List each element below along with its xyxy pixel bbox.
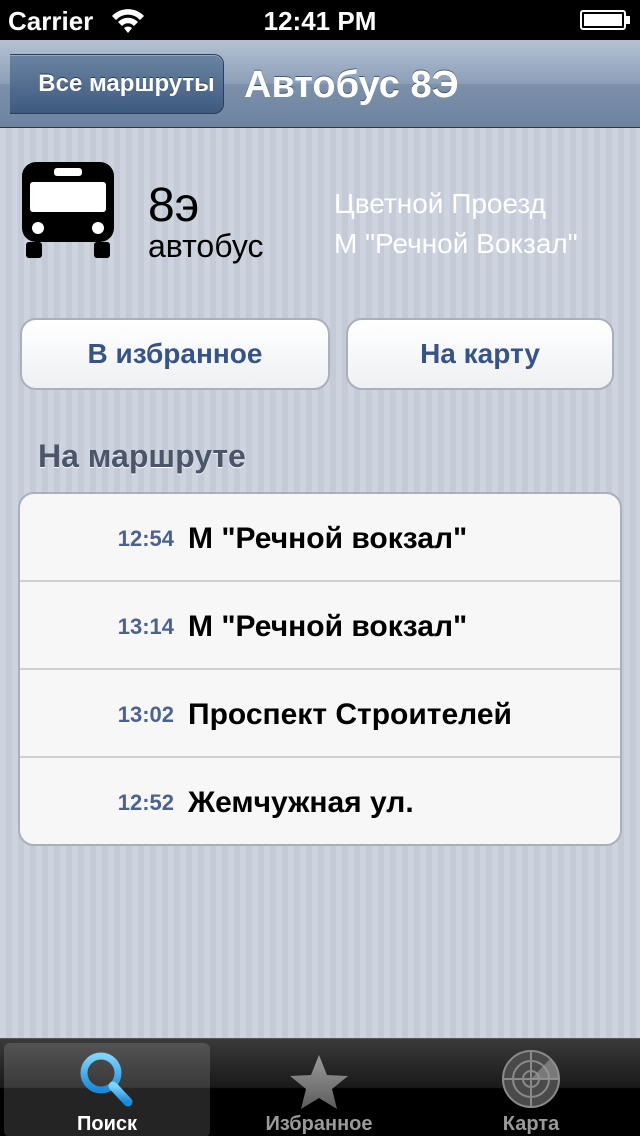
stop-name: М "Речной вокзал" bbox=[188, 610, 468, 643]
route-start-stop: Цветной Проезд bbox=[334, 188, 546, 219]
arrival-time: 13:02 bbox=[117, 702, 174, 727]
page-title: Автобус 8Э bbox=[244, 64, 459, 106]
table-row[interactable]: 13:02 Проспект Строителей bbox=[20, 670, 620, 758]
route-number: 8э bbox=[148, 179, 200, 232]
tab-map-label: Карта bbox=[502, 1113, 560, 1135]
arrival-time: 13:14 bbox=[117, 614, 174, 639]
tab-search[interactable]: Поиск bbox=[4, 1043, 210, 1136]
back-button-label: Все маршруты bbox=[38, 70, 215, 97]
table-row[interactable]: 13:14 М "Речной вокзал" bbox=[20, 582, 620, 670]
table-row[interactable]: 12:54 М "Речной вокзал" bbox=[20, 494, 620, 582]
show-on-map-button[interactable]: На карту bbox=[346, 318, 614, 390]
route-end-stop: М "Речной Вокзал" bbox=[334, 228, 578, 259]
table-row[interactable]: 12:52 Жемчужная ул. bbox=[20, 758, 620, 844]
navigation-bar: Все маршруты Автобус 8Э bbox=[0, 40, 640, 128]
search-icon bbox=[80, 1052, 133, 1107]
clock: 12:41 PM bbox=[263, 6, 377, 36]
battery-icon bbox=[580, 10, 630, 30]
radar-icon bbox=[502, 1050, 560, 1108]
arrival-time: 12:52 bbox=[117, 790, 174, 815]
stop-name: Проспект Строителей bbox=[188, 698, 512, 731]
section-header: На маршруте bbox=[38, 438, 246, 474]
bus-icon bbox=[22, 162, 114, 258]
stop-name: Жемчужная ул. bbox=[188, 786, 414, 819]
back-button[interactable]: Все маршруты bbox=[10, 54, 224, 114]
status-bar: Carrier 12:41 PM bbox=[0, 0, 640, 40]
star-icon bbox=[290, 1055, 348, 1109]
tab-search-label: Поиск bbox=[76, 1113, 138, 1135]
add-to-favorites-button[interactable]: В избранное bbox=[20, 318, 330, 390]
arrivals-table: 12:54 М "Речной вокзал" 13:14 М "Речной … bbox=[18, 492, 622, 846]
route-type: автобус bbox=[148, 228, 264, 264]
tab-map[interactable]: Карта bbox=[428, 1043, 634, 1136]
tab-favorites-label: Избранное bbox=[265, 1113, 373, 1135]
tab-favorites[interactable]: Избранное bbox=[216, 1043, 422, 1136]
stop-name: М "Речной вокзал" bbox=[188, 522, 468, 555]
tab-bar: Поиск Избранное Карта bbox=[0, 1038, 640, 1136]
arrival-time: 12:54 bbox=[117, 526, 174, 551]
